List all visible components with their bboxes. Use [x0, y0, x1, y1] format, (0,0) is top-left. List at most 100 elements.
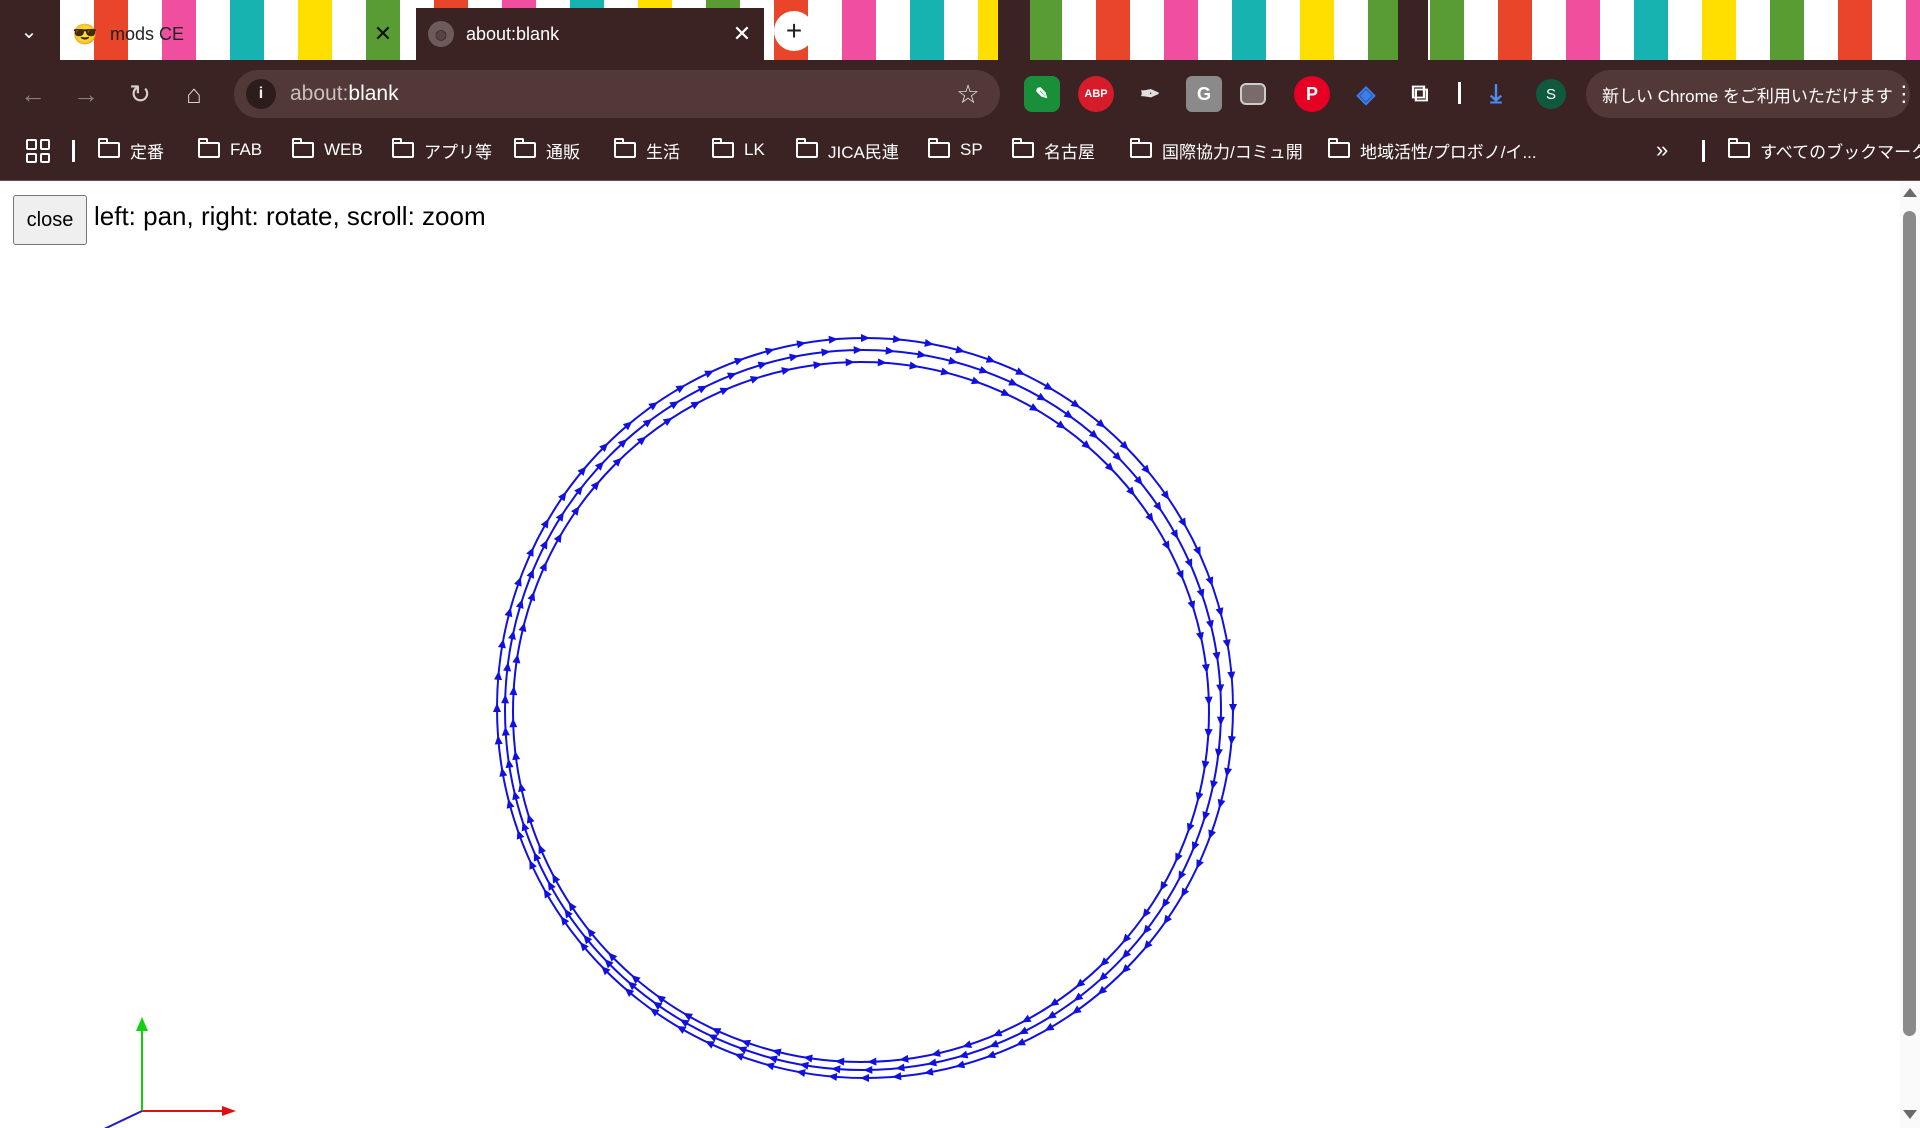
direction-arrow: [1162, 898, 1171, 909]
theme-stripe: [1600, 0, 1634, 60]
tab-mods-ce[interactable]: 😎 mods CE ✕: [60, 8, 405, 60]
bookmark-folder[interactable]: 通販: [514, 128, 580, 172]
direction-arrow: [1184, 558, 1193, 569]
theme-stripe: [876, 0, 910, 60]
bookmark-folder[interactable]: アプリ等: [392, 128, 492, 172]
new-tab-button[interactable]: +: [774, 11, 814, 51]
direction-arrow: [683, 1012, 693, 1021]
bookmark-folder[interactable]: SP: [928, 128, 983, 172]
evernote-icon[interactable]: ✎: [1024, 76, 1060, 112]
globe-icon: ◍: [428, 21, 454, 47]
direction-arrow: [1227, 735, 1236, 746]
theme-stripe: [1566, 0, 1600, 60]
toolpath-viewer[interactable]: [0, 181, 1900, 1128]
tab-strip-gap: [1398, 0, 1428, 60]
extensions-puzzle-icon[interactable]: ⧉: [1402, 76, 1438, 112]
kebab-menu-icon[interactable]: ⋮: [1893, 81, 1915, 107]
tab-snapshot-icon[interactable]: [1240, 83, 1266, 105]
folder-icon: [1130, 138, 1152, 158]
reload-button[interactable]: ↻: [120, 74, 160, 114]
bookmark-star-icon[interactable]: ☆: [950, 79, 986, 110]
direction-arrow: [737, 1046, 748, 1055]
profile-avatar[interactable]: S: [1536, 79, 1566, 109]
chrome-update-label: 新しい Chrome をご利用いただけます: [1602, 86, 1893, 106]
theme-stripe: [1198, 0, 1232, 60]
direction-arrow: [757, 361, 768, 370]
restore-button[interactable]: ❐: [1782, 0, 1850, 60]
theme-stripe: [1464, 0, 1498, 60]
address-bar[interactable]: i about:blank ☆: [234, 70, 1000, 118]
adblock-plus-icon[interactable]: ABP: [1078, 76, 1114, 112]
vertical-scrollbar[interactable]: [1900, 181, 1920, 1128]
direction-arrow: [863, 1065, 873, 1074]
site-info-icon[interactable]: i: [246, 79, 276, 109]
direction-arrow: [892, 1072, 902, 1081]
bookmark-folder[interactable]: 地域活性/プロボノ/イ...: [1328, 128, 1537, 172]
bookmarks-overflow-button[interactable]: »: [1656, 128, 1668, 172]
direction-arrow: [1178, 870, 1187, 881]
theme-stripe: [842, 0, 876, 60]
bookmark-folder[interactable]: 国際協力/コミュ開: [1130, 128, 1303, 172]
close-icon[interactable]: ✕: [728, 20, 756, 48]
tab-search-button[interactable]: ⌄: [9, 11, 49, 51]
direction-arrow: [515, 599, 524, 609]
color-picker-icon[interactable]: ✒: [1132, 76, 1168, 112]
direction-arrow: [501, 694, 510, 704]
all-bookmarks-folder[interactable]: すべてのブックマーク: [1728, 128, 1920, 172]
direction-arrow: [501, 726, 510, 736]
bookmark-folder[interactable]: 名古屋: [1012, 128, 1095, 172]
direction-arrow: [892, 335, 903, 344]
pinterest-icon[interactable]: P: [1294, 76, 1330, 112]
direction-arrow: [1204, 728, 1213, 738]
direction-arrow: [1205, 576, 1214, 587]
close-icon[interactable]: ✕: [369, 20, 397, 48]
direction-arrow: [494, 670, 503, 681]
tab-about-blank[interactable]: ◍ about:blank ✕: [416, 8, 764, 60]
direction-arrow: [867, 1057, 877, 1066]
x-axis-arrowhead: [222, 1106, 236, 1116]
tab-strip-gap: [998, 0, 1030, 60]
downloads-icon[interactable]: ⤓: [1478, 76, 1514, 112]
back-button[interactable]: ←: [13, 74, 53, 114]
bookmark-folder[interactable]: FAB: [198, 128, 262, 172]
tag-assistant-icon[interactable]: ◈: [1348, 76, 1384, 112]
direction-arrow: [1021, 1014, 1032, 1023]
bookmark-folder[interactable]: WEB: [292, 128, 363, 172]
url-text[interactable]: about:blank: [290, 82, 950, 106]
window-close-button[interactable]: ✕: [1850, 0, 1918, 60]
bookmark-folder[interactable]: JICA民連: [796, 128, 899, 172]
chevron-down-icon: ⌄: [20, 20, 38, 43]
forward-button[interactable]: →: [66, 74, 106, 114]
direction-arrow: [831, 1065, 841, 1074]
folder-icon: [514, 138, 536, 158]
google-translate-icon[interactable]: G: [1186, 76, 1222, 112]
scroll-up-arrow-icon[interactable]: [1903, 188, 1917, 197]
scroll-down-arrow-icon[interactable]: [1903, 1110, 1917, 1119]
direction-arrow: [1170, 529, 1179, 540]
bookmark-folder[interactable]: LK: [712, 128, 765, 172]
direction-arrow: [741, 1039, 751, 1048]
close-button[interactable]: close: [13, 195, 87, 245]
direction-arrow: [514, 576, 522, 587]
home-button[interactable]: ⌂: [174, 74, 214, 114]
direction-arrow: [1229, 704, 1237, 713]
chrome-update-button[interactable]: 新しい Chrome をご利用いただけます ⋮: [1586, 70, 1915, 118]
apps-grid-icon[interactable]: [26, 139, 50, 163]
bookmark-folder[interactable]: 生活: [614, 128, 680, 172]
arrow-left-icon: ←: [20, 78, 46, 109]
direction-arrow: [1196, 588, 1205, 599]
tab-label: mods CE: [110, 23, 185, 44]
sunglasses-emoji-icon: 😎: [72, 23, 98, 46]
minimize-button[interactable]: —: [1714, 0, 1782, 60]
bookmark-folder[interactable]: 定番: [98, 128, 164, 172]
direction-arrow: [978, 365, 989, 374]
direction-arrow: [526, 813, 535, 824]
direction-arrow: [1160, 881, 1169, 891]
direction-arrow: [1161, 540, 1170, 551]
direction-arrow: [845, 358, 855, 367]
direction-arrow: [955, 1060, 966, 1069]
theme-stripe: [1430, 0, 1464, 60]
folder-icon: [1328, 138, 1350, 158]
direction-arrow: [971, 376, 981, 385]
scroll-thumb[interactable]: [1903, 211, 1916, 1036]
